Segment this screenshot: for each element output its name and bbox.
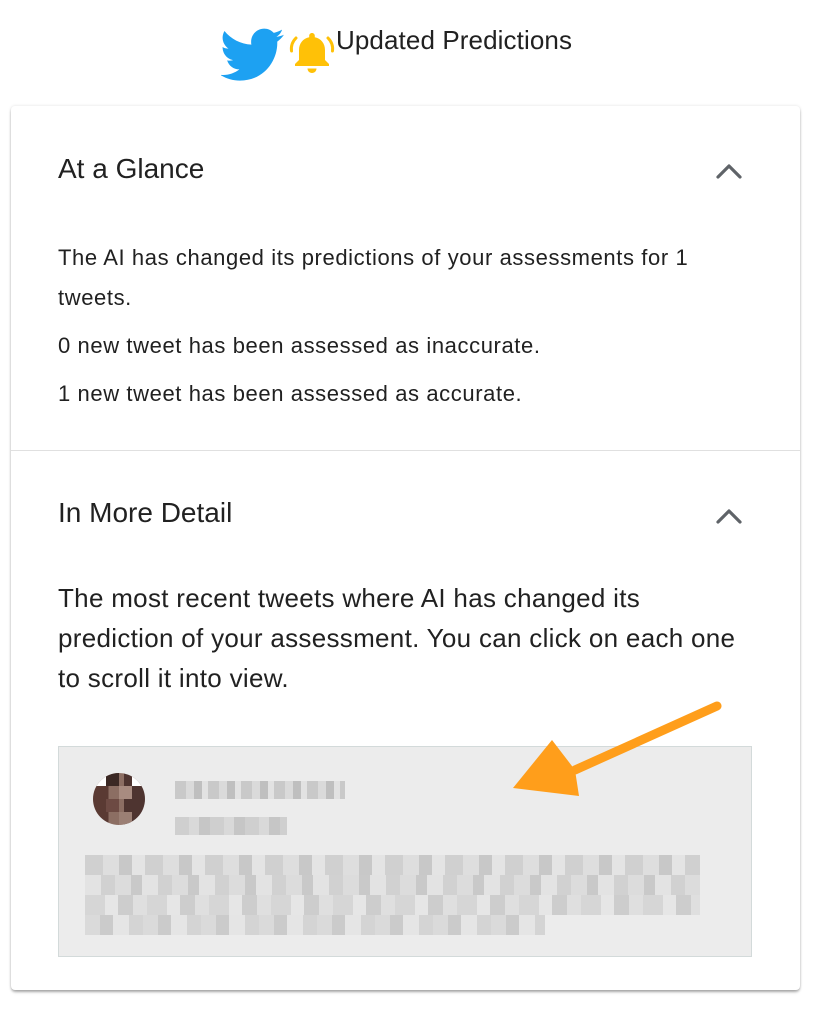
changed-predictions-text: The AI has changed its predictions of yo… — [58, 245, 689, 310]
accurate-count-text: 1 new tweet has been assessed as accurat… — [58, 381, 523, 406]
detail-description: The most recent tweets where AI has chan… — [58, 583, 736, 693]
in-more-detail-title: In More Detail — [58, 497, 233, 528]
chevron-up-icon[interactable] — [714, 506, 744, 526]
tweet-text-line — [85, 855, 700, 875]
tweet-author-handle — [175, 817, 287, 835]
tweet-text-line — [85, 875, 700, 895]
annotation-arrow — [513, 701, 722, 796]
at-a-glance-header[interactable]: At a Glance — [11, 106, 800, 186]
in-more-detail-header[interactable]: In More Detail — [11, 451, 800, 531]
bell-icon — [289, 33, 335, 73]
inaccurate-count-text: 0 new tweet has been assessed as inaccur… — [58, 333, 541, 358]
at-a-glance-title: At a Glance — [58, 153, 205, 184]
page-header: Updated Predictions — [0, 0, 814, 96]
at-a-glance-content: The AI has changed its predictions of yo… — [58, 238, 758, 422]
page-title: Updated Predictions — [336, 25, 573, 55]
tweet-text-line — [85, 915, 545, 935]
tweet-author-name — [175, 781, 345, 799]
twitter-icon — [221, 28, 284, 81]
tweet-text-line — [85, 895, 700, 915]
predictions-card: At a Glance The AI has changed its predi… — [11, 106, 800, 990]
chevron-up-icon[interactable] — [714, 161, 744, 181]
avatar — [93, 773, 145, 825]
